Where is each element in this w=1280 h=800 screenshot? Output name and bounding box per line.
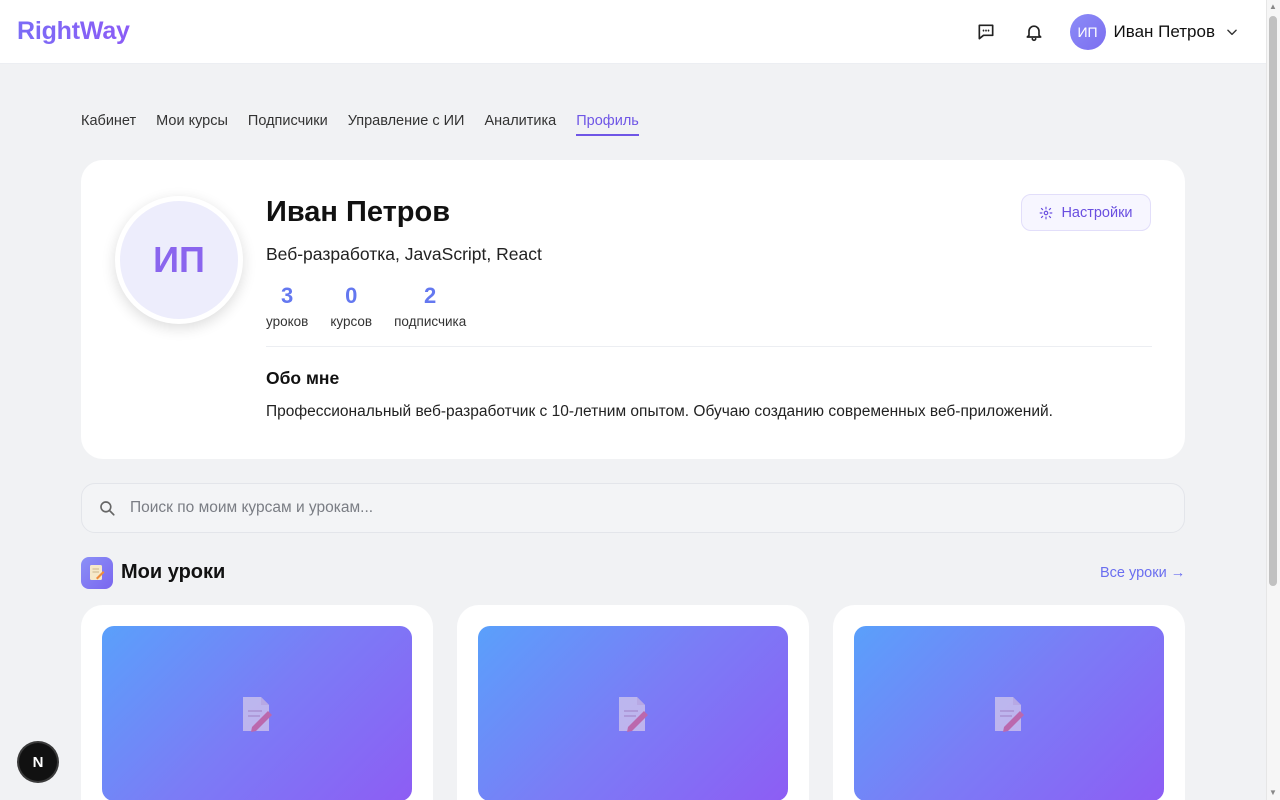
stat-label: курсов: [330, 314, 373, 329]
profile-tags: Веб-разработка, JavaScript, React: [266, 244, 542, 264]
app-logo[interactable]: RightWay: [17, 17, 130, 46]
memo-icon: [243, 696, 272, 732]
search-icon: [98, 499, 116, 517]
lesson-card[interactable]: [457, 605, 809, 800]
messages-button[interactable]: [974, 20, 998, 44]
lesson-thumbnail[interactable]: [102, 626, 412, 800]
all-lessons-link[interactable]: Все уроки →: [1100, 565, 1185, 581]
stat-value: 0: [345, 283, 358, 308]
page-scrollbar[interactable]: ▲ ▼: [1266, 0, 1280, 800]
notifications-button[interactable]: [1022, 20, 1046, 44]
lesson-thumbnail[interactable]: [478, 626, 788, 800]
profile-avatar: ИП: [115, 196, 243, 324]
search-input[interactable]: [130, 499, 1030, 517]
stat-value: 2: [424, 283, 437, 308]
profile-stats: 3 уроков 0 курсов 2 подписчика: [266, 282, 488, 329]
lesson-card[interactable]: [81, 605, 433, 800]
about-title: Обо мне: [266, 368, 340, 388]
bell-icon: [1026, 24, 1042, 41]
user-menu[interactable]: ИП Иван Петров: [1069, 13, 1239, 50]
memo-icon: [619, 696, 648, 732]
main-tabs: Кабинет Мои курсы Подписчики Управление …: [81, 113, 659, 136]
dev-tools-badge[interactable]: N: [19, 743, 57, 781]
avatar: ИП: [1069, 13, 1106, 50]
about-text: Профессиональный веб-разработчик с 10-ле…: [266, 403, 1053, 420]
lesson-thumbnail[interactable]: [854, 626, 1164, 800]
memo-icon: [81, 557, 113, 589]
lesson-card[interactable]: [833, 605, 1185, 800]
profile-card: ИП Иван Петров Веб-разработка, JavaScrip…: [81, 160, 1185, 459]
chat-icon: [978, 24, 994, 40]
stat-courses: 0 курсов: [330, 282, 372, 329]
stat-subscribers: 2 подписчика: [394, 282, 466, 329]
tab-my-courses[interactable]: Мои курсы: [156, 113, 228, 136]
stat-value: 3: [281, 283, 294, 308]
top-header: RightWay ИП Иван Петров: [0, 0, 1266, 64]
settings-button[interactable]: Настройки: [1021, 194, 1151, 231]
section-title: Мои уроки: [121, 561, 226, 583]
scroll-down-icon[interactable]: ▼: [1269, 789, 1277, 797]
scroll-thumb[interactable]: [1269, 16, 1277, 586]
tab-ai-management[interactable]: Управление с ИИ: [348, 113, 465, 136]
divider: [266, 346, 1152, 347]
memo-icon: [995, 696, 1024, 732]
profile-initials: ИП: [120, 201, 238, 319]
chevron-down-icon: [1225, 25, 1239, 39]
stat-lessons: 3 уроков: [266, 282, 308, 329]
tab-profile[interactable]: Профиль: [576, 113, 639, 136]
tab-cabinet[interactable]: Кабинет: [81, 113, 136, 136]
stat-label: уроков: [266, 314, 309, 329]
profile-name: Иван Петров: [266, 196, 451, 228]
settings-label: Настройки: [1061, 204, 1133, 221]
stat-label: подписчика: [394, 314, 467, 329]
tab-subscribers[interactable]: Подписчики: [248, 113, 328, 136]
scroll-up-icon[interactable]: ▲: [1269, 3, 1277, 11]
header-actions: ИП Иван Петров: [974, 13, 1239, 50]
search-bar[interactable]: [81, 483, 1185, 533]
tab-analytics[interactable]: Аналитика: [484, 113, 556, 136]
user-name: Иван Петров: [1113, 21, 1215, 41]
gear-icon: [1039, 206, 1053, 220]
